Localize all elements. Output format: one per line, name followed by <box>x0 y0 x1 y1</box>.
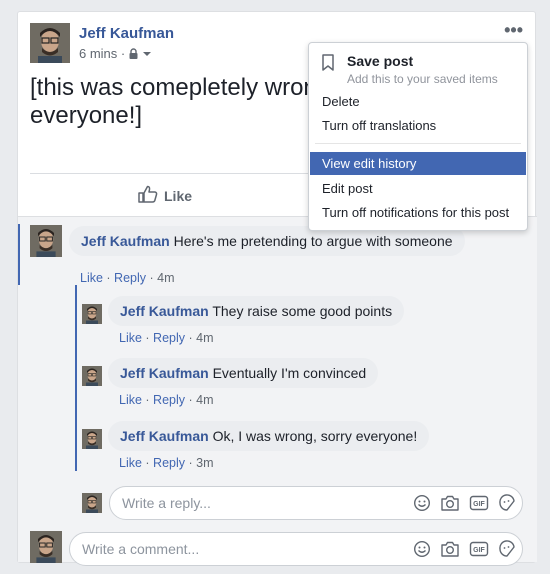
commenter-avatar[interactable] <box>30 225 62 257</box>
menu-item-edit-post[interactable]: Edit post <box>310 177 526 200</box>
caret-down-icon[interactable] <box>142 49 152 59</box>
menu-item-view-edit-history[interactable]: View edit history <box>310 152 526 175</box>
comment-author[interactable]: Jeff Kaufman <box>120 303 209 319</box>
comment-time[interactable]: 4m <box>196 393 213 407</box>
menu-divider <box>315 143 521 144</box>
comment-author[interactable]: Jeff Kaufman <box>120 428 209 444</box>
comment-actions: Like · Reply · 3m <box>119 456 214 470</box>
svg-text:GIF: GIF <box>473 501 485 508</box>
comment-bubble: Jeff Kaufman Eventually I'm convinced <box>108 358 379 388</box>
like-label: Like <box>164 187 193 204</box>
comments-section: Jeff Kaufman Here's me pretending to arg… <box>18 216 537 566</box>
comment-reply-link[interactable]: Reply <box>153 456 185 470</box>
commenter-avatar[interactable] <box>82 366 102 386</box>
comment-time[interactable]: 4m <box>157 271 174 285</box>
comment-author[interactable]: Jeff Kaufman <box>81 233 170 249</box>
camera-icon[interactable] <box>440 494 460 512</box>
post-text-line: [this was comepletely wron <box>30 74 317 101</box>
emoji-icon[interactable] <box>413 540 431 558</box>
author-avatar[interactable] <box>30 23 70 63</box>
save-post-subtitle: Add this to your saved items <box>347 72 498 86</box>
reply-input-icons: GIF <box>413 494 516 512</box>
post-text: [this was comepletely wron everyone!] <box>30 74 320 130</box>
comment-reply-link[interactable]: Reply <box>153 393 185 407</box>
post-meta: 6 mins · <box>79 46 152 61</box>
comment-text: Here's me pretending to argue with someo… <box>169 233 453 249</box>
post-author-name[interactable]: Jeff Kaufman <box>79 25 174 42</box>
menu-item-delete[interactable]: Delete <box>310 90 526 113</box>
comment-bubble: Jeff Kaufman Ok, I was wrong, sorry ever… <box>108 421 430 451</box>
comment-text: They raise some good points <box>208 303 393 319</box>
comment-like-link[interactable]: Like <box>80 271 103 285</box>
svg-text:GIF: GIF <box>473 547 485 554</box>
comment-input-box[interactable]: GIF <box>69 532 523 566</box>
save-post-title: Save post <box>347 53 414 69</box>
comment-input[interactable] <box>82 541 342 557</box>
comment-text: Ok, I was wrong, sorry everyone! <box>208 428 418 444</box>
post-options-menu: Save post Add this to your saved items D… <box>308 42 528 231</box>
comment-bubble: Jeff Kaufman They raise some good points <box>108 296 405 326</box>
reply-input[interactable] <box>122 495 382 511</box>
emoji-icon[interactable] <box>413 494 431 512</box>
gif-icon[interactable]: GIF <box>469 540 489 558</box>
reply-input-box[interactable]: GIF <box>109 486 523 520</box>
comment-reply-link[interactable]: Reply <box>114 271 146 285</box>
menu-item-turn-off-notifications[interactable]: Turn off notifications for this post <box>310 201 526 224</box>
comment-actions: Like · Reply · 4m <box>119 331 214 345</box>
comment-actions: Like · Reply · 4m <box>119 393 214 407</box>
comment-like-link[interactable]: Like <box>119 456 142 470</box>
post-timestamp[interactable]: 6 mins · <box>79 46 125 61</box>
comment-author[interactable]: Jeff Kaufman <box>120 365 209 381</box>
comment-time[interactable]: 3m <box>196 456 213 470</box>
comment-time[interactable]: 4m <box>196 331 213 345</box>
menu-item-turn-off-translations[interactable]: Turn off translations <box>310 114 526 137</box>
like-button[interactable]: Like <box>138 185 192 206</box>
comment-reply-link[interactable]: Reply <box>153 331 185 345</box>
thread-indicator <box>18 224 20 285</box>
comment-text: Eventually I'm convinced <box>208 365 367 381</box>
more-icon[interactable]: ••• <box>504 21 523 39</box>
comment-actions: Like · Reply · 4m <box>80 271 175 285</box>
reply-thread-indicator <box>75 285 77 471</box>
commenter-avatar[interactable] <box>82 304 102 324</box>
camera-icon[interactable] <box>440 540 460 558</box>
user-avatar <box>82 493 102 513</box>
sticker-icon[interactable] <box>498 540 516 558</box>
comment-like-link[interactable]: Like <box>119 331 142 345</box>
comment-like-link[interactable]: Like <box>119 393 142 407</box>
sticker-icon[interactable] <box>498 494 516 512</box>
bookmark-icon <box>321 54 335 76</box>
commenter-avatar[interactable] <box>82 429 102 449</box>
post-text-line: everyone!] <box>30 102 143 129</box>
gif-icon[interactable]: GIF <box>469 494 489 512</box>
lock-icon <box>128 48 139 59</box>
comment-input-icons: GIF <box>413 540 516 558</box>
thumbs-up-icon <box>138 185 158 206</box>
user-avatar <box>30 531 62 563</box>
